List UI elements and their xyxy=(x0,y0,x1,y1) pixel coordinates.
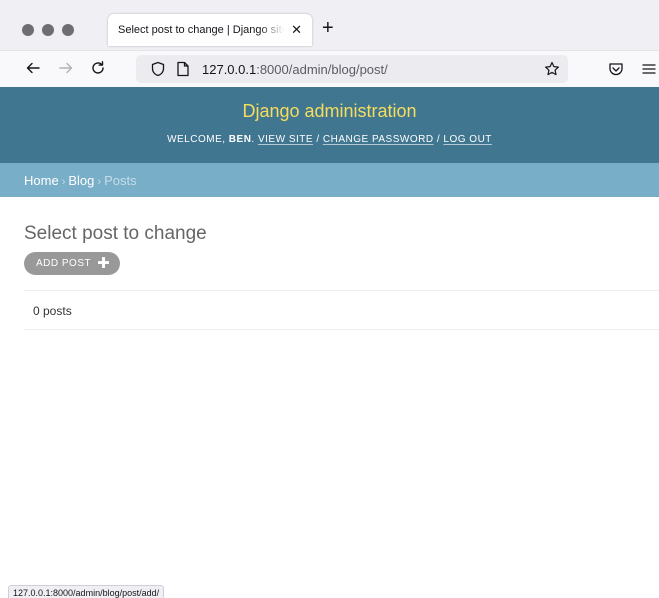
add-post-label: ADD POST xyxy=(36,258,92,269)
browser-window: Select post to change | Django site admi… xyxy=(0,0,659,598)
tab-title: Select post to change | Django site admi… xyxy=(118,24,284,36)
forward-arrow-icon[interactable] xyxy=(55,57,77,79)
page-info-icon[interactable] xyxy=(176,61,190,82)
admin-header: Django administration Welcome, Ben. View… xyxy=(0,87,659,163)
breadcrumb-separator: › xyxy=(61,176,66,188)
breadcrumb-blog[interactable]: Blog xyxy=(68,173,94,188)
url-host: 127.0.0.1 xyxy=(202,62,257,77)
page-title: Select post to change xyxy=(24,222,207,244)
welcome-text: Welcome, xyxy=(167,134,229,145)
separator-slash: / xyxy=(313,134,323,145)
zoom-window-button[interactable] xyxy=(62,24,74,36)
plus-icon: ✚ xyxy=(97,255,111,272)
tab-strip: Select post to change | Django site admi… xyxy=(0,0,659,51)
breadcrumb-separator: › xyxy=(97,176,102,188)
minimize-window-button[interactable] xyxy=(42,24,54,36)
url-path: :8000/admin/blog/post/ xyxy=(256,62,388,77)
tracking-shield-icon[interactable] xyxy=(150,61,166,82)
view-site-link[interactable]: View site xyxy=(258,134,313,145)
close-icon[interactable]: ✕ xyxy=(291,22,302,38)
log-out-link[interactable]: Log out xyxy=(443,134,492,145)
address-bar[interactable]: 127.0.0.1:8000/admin/blog/post/ xyxy=(136,55,568,83)
breadcrumb-current: Posts xyxy=(104,173,137,188)
breadcrumb-home[interactable]: Home xyxy=(24,173,59,188)
results-bar: 0 posts xyxy=(24,290,659,330)
result-count: 0 posts xyxy=(33,304,72,318)
reload-icon[interactable] xyxy=(87,57,109,79)
breadcrumb: Home › Blog › Posts xyxy=(0,163,659,197)
pocket-icon[interactable] xyxy=(608,61,624,82)
url-text[interactable]: 127.0.0.1:8000/admin/blog/post/ xyxy=(202,62,388,77)
navigation-bar: 127.0.0.1:8000/admin/blog/post/ xyxy=(0,51,659,88)
change-password-link[interactable]: Change password xyxy=(323,134,434,145)
tab-active[interactable]: Select post to change | Django site admi… xyxy=(108,14,312,46)
user-tools: Welcome, Ben. View site / Change passwor… xyxy=(0,134,659,145)
back-arrow-icon[interactable] xyxy=(22,57,44,79)
status-url: 127.0.0.1:8000/admin/blog/post/add/ xyxy=(8,585,165,598)
separator-slash: / xyxy=(433,134,444,145)
new-tab-button[interactable]: + xyxy=(322,16,334,40)
username: Ben xyxy=(228,134,252,145)
site-name[interactable]: Django administration xyxy=(0,101,659,122)
add-post-button[interactable]: ADD POST ✚ xyxy=(24,252,121,275)
close-window-button[interactable] xyxy=(22,24,34,36)
bookmark-star-icon[interactable] xyxy=(544,61,560,82)
menu-icon[interactable] xyxy=(641,61,657,82)
breadcrumb-trail: Home › Blog › Posts xyxy=(24,173,137,188)
